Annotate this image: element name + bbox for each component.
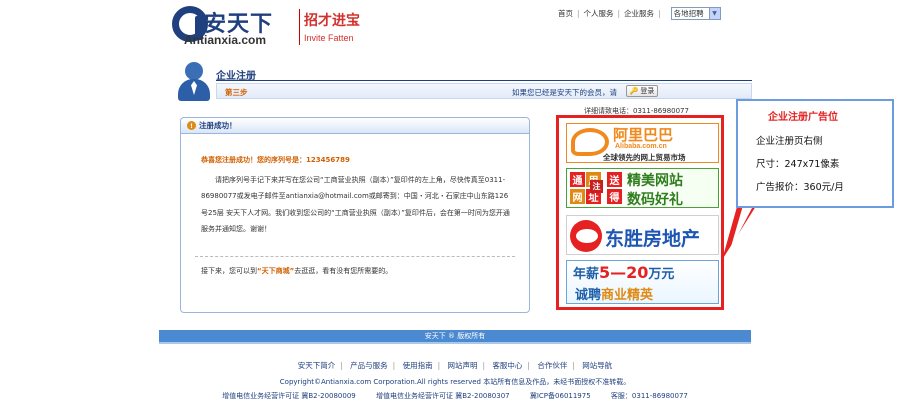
logo-slogan: 招才进宝 <box>304 13 360 29</box>
ad-salary-range: 5—20 <box>599 263 649 282</box>
ad-salary-role: 商业精英 <box>601 288 654 303</box>
license-telecom-1: 增值电信业务经营许可证 冀B2-20080009 <box>222 392 356 400</box>
nav-separator: | <box>617 9 621 18</box>
dongsheng-logo-icon <box>570 220 602 252</box>
step-label: 第三步 <box>225 88 248 97</box>
footer-licenses: 增值电信业务经营许可证 冀B2-20080009 增值电信业务经营许可证 冀B2… <box>159 391 751 401</box>
ad-tyzs-line2: 数码好礼 <box>627 192 683 208</box>
success-panel-body: 恭喜您注册成功！您的序列号是：123456789 请把序列号手记下来并写在您公司… <box>201 152 513 238</box>
next-step-suffix: 去逛逛，看有没有您所需要的。 <box>294 267 393 275</box>
callout-line-price: 广告报价：360元/月 <box>756 182 844 193</box>
footer-link-products[interactable]: 产品与服务 <box>350 361 388 370</box>
ad-char: 得 <box>607 189 622 204</box>
region-select-value: 各地招聘 <box>673 9 704 18</box>
callout-line-location: 企业注册页右侧 <box>756 136 823 147</box>
key-icon: 🔑 <box>629 87 639 95</box>
ad-char: 网 <box>570 189 585 204</box>
ad-salary-hire: 诚聘 <box>575 288 602 303</box>
license-icp: 冀ICP备06011975 <box>529 392 591 400</box>
ad-char: 通 <box>570 172 585 187</box>
nav-home-link[interactable]: 首页 <box>558 8 573 19</box>
footer-bar: 安天下 ® 版权所有 <box>159 330 751 344</box>
nav-personal-link[interactable]: 个人服务 <box>584 8 614 19</box>
ad-universal-url-banner[interactable]: 通 用 网 址 注 送 得 精美网站 数码好礼 <box>566 168 719 208</box>
callout-title: 企业注册广告位 <box>768 112 838 123</box>
info-icon: ! <box>187 121 196 130</box>
step-bar: 第三步 如果您已经是安天下的会员，请 🔑 登录 <box>216 83 752 99</box>
fax-instructions: 请把序列号手记下来并写在您公司“工商营业执照（副本）”复印件的左上角，尽快传真至… <box>201 175 510 234</box>
dashed-divider <box>195 256 515 257</box>
nav-separator: | <box>577 9 580 18</box>
region-select[interactable]: 各地招聘 ▼ <box>670 7 721 20</box>
ad-dongsheng-name: 东胜房地产 <box>605 228 701 250</box>
footer-link-sitemap[interactable]: 网站导航 <box>582 361 612 370</box>
ad-dongsheng-banner[interactable]: 东胜房地产 <box>566 215 719 255</box>
footer-links: 安天下简介 | 产品与服务 | 使用指南 | 网站声明 | 客服中心 | 合作伙伴 | 网站… <box>297 361 613 370</box>
callout-line-size: 尺寸：247x71像素 <box>756 159 840 170</box>
success-panel-header: ! 注册成功！ <box>181 118 529 134</box>
footer-link-statement[interactable]: 网站声明 <box>448 361 478 370</box>
license-telecom-2: 增值电信业务经营许可证 冀B2-20080307 <box>375 392 510 400</box>
ad-tyzs-line1: 精美网站 <box>627 173 683 189</box>
login-button-label: 登录 <box>640 87 655 95</box>
ad-recruitment-banner[interactable]: 年薪5—20万元 诚聘商业精英 <box>566 260 719 304</box>
heading-divider <box>216 80 752 81</box>
logo-divider <box>299 9 300 45</box>
ad-slot-callout: 企业注册广告位 企业注册页右侧 尺寸：247x71像素 广告报价：360元/月 <box>736 99 894 208</box>
nav-enterprise-link[interactable]: 企业服务 <box>624 8 654 19</box>
ad-char: 送 <box>607 172 622 187</box>
logo-brand-en: Antianxia.com <box>184 33 267 47</box>
member-hint: 如果您已经是安天下的会员，请 <box>512 88 617 97</box>
service-phone: 客服：0311-86980077 <box>610 392 688 400</box>
ad-salary-suffix: 万元 <box>648 267 675 282</box>
top-nav: 首页 | 个人服务 | 企业服务 | 各地招聘 ▼ <box>558 7 721 20</box>
footer-link-about[interactable]: 安天下简介 <box>298 361 336 370</box>
registration-success-panel: ! 注册成功！ 恭喜您注册成功！您的序列号是：123456789 请把序列号手记… <box>180 117 530 313</box>
success-panel-title: 注册成功！ <box>199 121 237 130</box>
business-user-icon <box>176 62 212 102</box>
next-step-prefix: 接下来，您可以到 <box>201 267 257 275</box>
ad-alibaba-domain: Alibaba.com.cn <box>615 143 667 150</box>
footer-link-guide[interactable]: 使用指南 <box>403 361 433 370</box>
nav-separator: | <box>658 9 661 18</box>
ad-salary-line1: 年薪5—20万元 <box>573 263 674 282</box>
chevron-down-icon[interactable]: ▼ <box>708 8 720 19</box>
mall-link[interactable]: “天下商城” <box>257 267 294 275</box>
ad-alibaba-tagline: 全球领先的网上贸易市场 <box>603 153 686 162</box>
ad-alibaba-name: 阿里巴巴 <box>613 126 674 144</box>
site-logo[interactable]: 安天下 Antianxia.com 招才进宝 Invite Fatten <box>172 6 372 47</box>
ad-salary-prefix: 年薪 <box>573 267 600 282</box>
logo-slogan-en: Invite Fatten <box>304 33 354 43</box>
ad-char: 注 <box>590 180 603 193</box>
login-button[interactable]: 🔑 登录 <box>626 85 658 97</box>
congrats-message: 恭喜您注册成功！您的序列号是：123456789 <box>201 156 350 164</box>
footer-link-service[interactable]: 客服中心 <box>492 361 522 370</box>
ad-salary-line2: 诚聘商业精英 <box>575 284 653 303</box>
ad-panel: 阿里巴巴 Alibaba.com.cn 全球领先的网上贸易市场 通 用 网 址 … <box>556 115 724 310</box>
ad-alibaba-banner[interactable]: 阿里巴巴 Alibaba.com.cn 全球领先的网上贸易市场 <box>566 123 719 163</box>
footer-bar-text: 安天下 ® 版权所有 <box>424 332 486 340</box>
footer-copyright: Copyright©Antianxia.com Corporation.All … <box>279 378 631 386</box>
next-step-text: 接下来，您可以到“天下商城”去逛逛，看有没有您所需要的。 <box>201 266 392 276</box>
footer-link-partners[interactable]: 合作伙伴 <box>537 361 567 370</box>
